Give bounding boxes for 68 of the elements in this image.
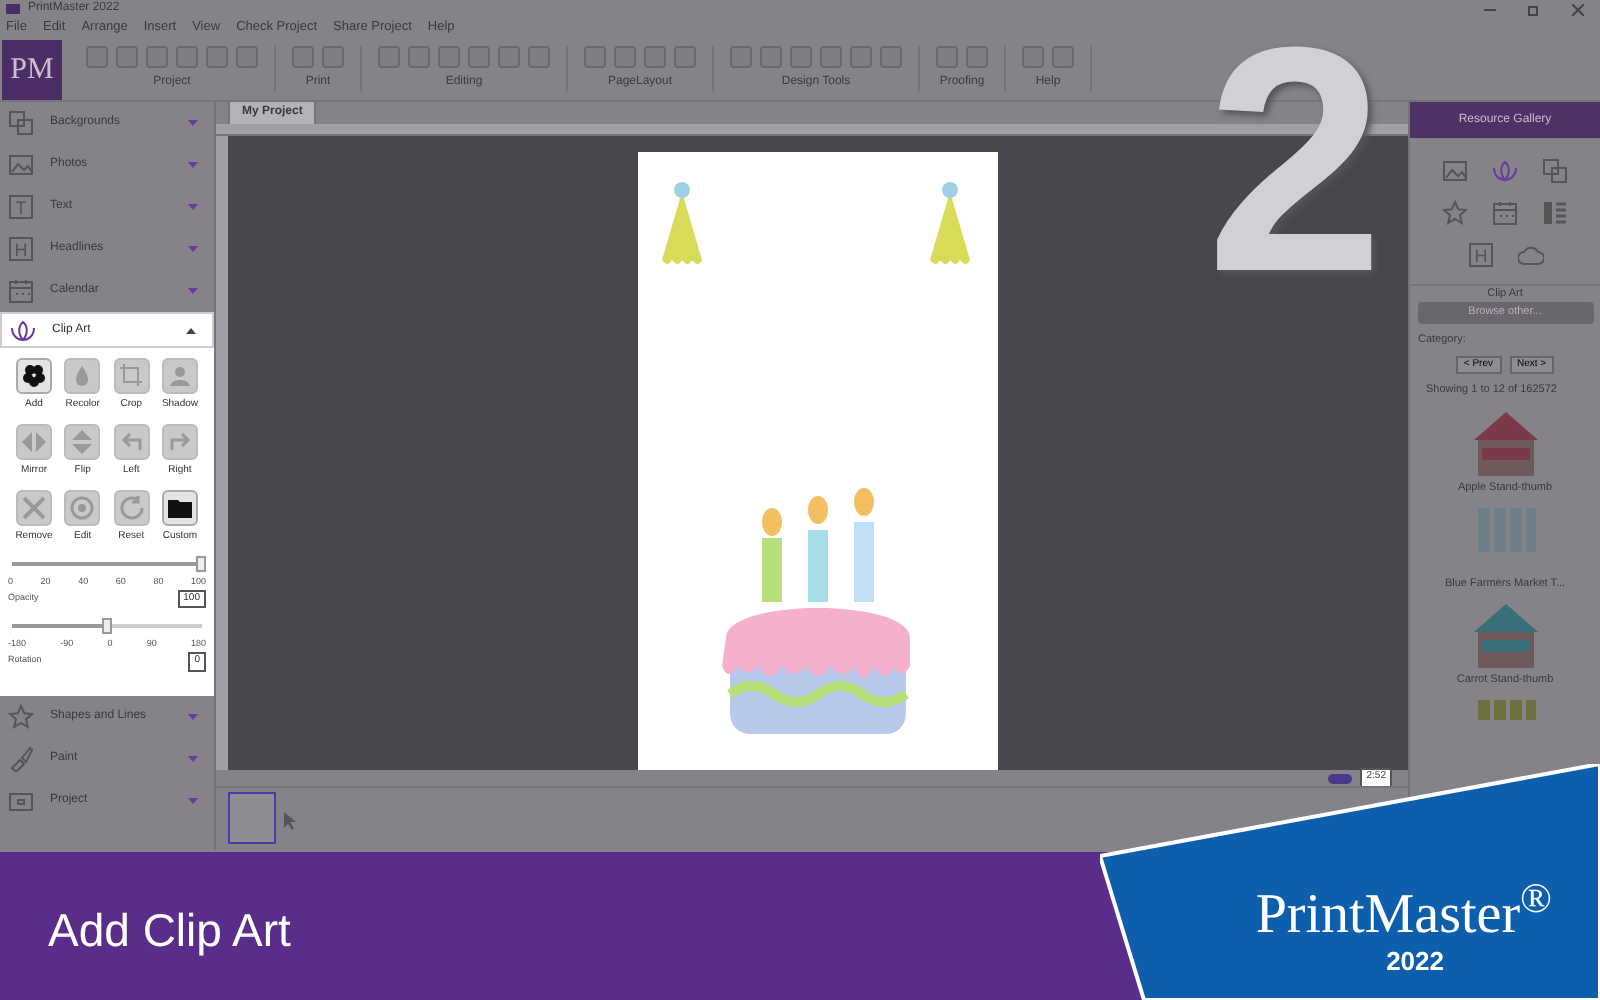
slider-thumb[interactable]: [101, 618, 111, 635]
toolbar-button[interactable]: [820, 46, 842, 68]
toolbar-button[interactable]: [116, 46, 138, 68]
minimize-icon[interactable]: [1484, 3, 1496, 15]
toolbar-button[interactable]: [408, 46, 430, 68]
close-icon[interactable]: [1572, 3, 1584, 15]
cursor-icon: [284, 812, 296, 831]
toolbar-button[interactable]: [146, 46, 168, 68]
tool-button[interactable]: [16, 358, 52, 394]
calendar-icon[interactable]: [1492, 200, 1518, 226]
layers-icon: [8, 110, 34, 136]
toolbar-button[interactable]: [614, 46, 636, 68]
toolbar-button[interactable]: [378, 46, 400, 68]
photo-icon[interactable]: [1442, 158, 1468, 184]
layout-icon[interactable]: [1542, 200, 1568, 226]
toolbar-button[interactable]: [1052, 46, 1074, 68]
app-logo: PM: [2, 39, 62, 99]
mirror-icon: [20, 428, 48, 456]
toolbar-button[interactable]: [528, 46, 550, 68]
flip-icon: [68, 428, 97, 456]
photo-icon: [8, 152, 34, 178]
layers-icon[interactable]: [1542, 158, 1568, 184]
toolbar-button[interactable]: [880, 46, 902, 68]
cloud-icon[interactable]: [1517, 242, 1543, 268]
brand-logo: PrintMaster$^{®}$: [1255, 888, 1552, 944]
brush-icon: [8, 745, 34, 771]
slider-thumb[interactable]: [196, 556, 206, 572]
toolbar-button[interactable]: [1022, 46, 1044, 68]
toolbar-button[interactable]: [236, 46, 258, 68]
toolbar-button[interactable]: [206, 46, 228, 68]
restore-icon[interactable]: [1528, 3, 1540, 15]
toolbar-button[interactable]: [498, 46, 520, 68]
flower-icon: [10, 317, 36, 343]
toolbar-button[interactable]: [730, 46, 752, 68]
calendar-icon: [8, 278, 34, 304]
flower-icon: [20, 362, 48, 390]
spiral-icon: [68, 494, 97, 522]
rotate-left-icon: [117, 428, 146, 456]
toolbar-button[interactable]: [176, 46, 198, 68]
refresh-icon: [117, 494, 146, 522]
folder-icon: [165, 494, 194, 522]
rotate-right-icon: [165, 428, 194, 456]
toolbar-button[interactable]: [292, 46, 314, 68]
toolbar-button[interactable]: [966, 46, 988, 68]
toolbar-button[interactable]: [584, 46, 606, 68]
slider-track[interactable]: [12, 624, 202, 629]
flower-icon[interactable]: [1492, 158, 1518, 184]
toolbar-button[interactable]: [760, 46, 782, 68]
crop-icon: [117, 362, 146, 390]
toolbar-button[interactable]: [850, 46, 872, 68]
zoom-toggle-icon[interactable]: [1328, 773, 1353, 784]
cross-icon: [20, 494, 48, 522]
frame-icon: [8, 787, 34, 813]
toolbar-button[interactable]: [674, 46, 696, 68]
toolbar-button[interactable]: [468, 46, 490, 68]
toolbar-button[interactable]: [86, 46, 108, 68]
star-icon[interactable]: [1442, 200, 1468, 226]
toolbar-button[interactable]: [438, 46, 460, 68]
star-icon: [8, 703, 34, 729]
toolbar-button[interactable]: [936, 46, 958, 68]
toolbar-button[interactable]: [322, 46, 344, 68]
page-thumbnail[interactable]: [228, 792, 276, 845]
brand-year: 2022: [1386, 943, 1444, 979]
toolbar-button[interactable]: [644, 46, 666, 68]
tool-button[interactable]: [161, 490, 198, 526]
toolbar-button[interactable]: [790, 46, 812, 68]
app-icon: [6, 4, 20, 14]
person-icon: [165, 362, 194, 390]
